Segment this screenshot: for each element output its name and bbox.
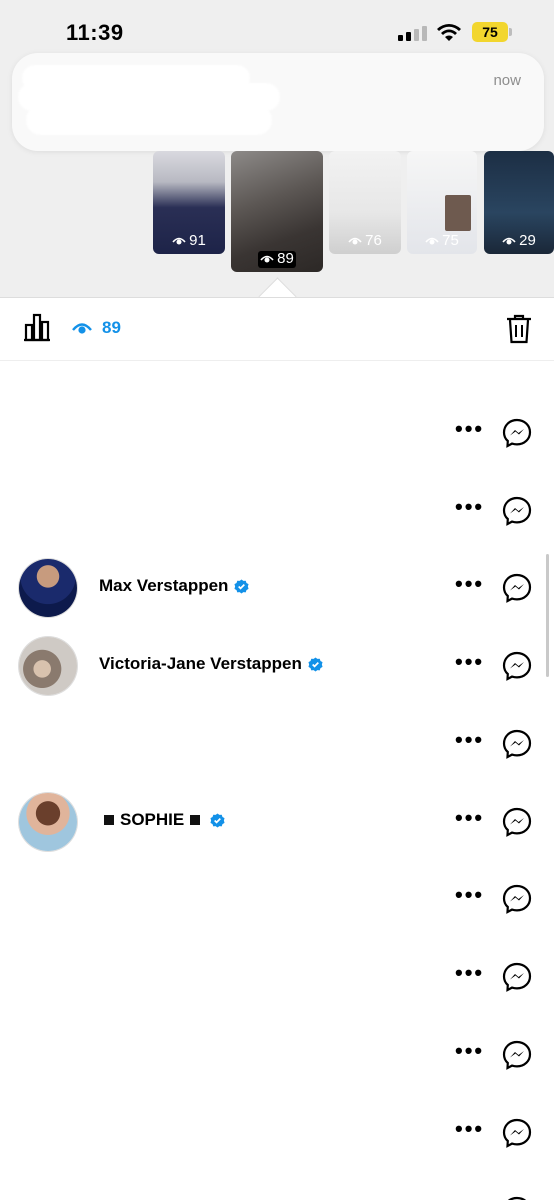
story-views: 75 xyxy=(407,232,477,249)
black-square-icon xyxy=(190,815,201,825)
views-count[interactable]: 89 xyxy=(72,318,121,338)
viewer-row[interactable]: Victoria-Jane Verstappen ••• xyxy=(0,626,554,704)
eye-icon xyxy=(260,255,274,262)
scrollbar[interactable] xyxy=(546,554,549,677)
eye-icon xyxy=(502,237,516,244)
black-square-icon xyxy=(104,815,114,825)
story-views: 91 xyxy=(153,232,225,249)
more-options-icon[interactable]: ••• xyxy=(455,1040,484,1062)
story-thumbnail[interactable]: 76 xyxy=(329,151,401,254)
viewer-name[interactable]: Max Verstappen xyxy=(99,576,249,596)
messenger-icon[interactable] xyxy=(502,884,532,914)
story-preview-area: 11:39 75 now 91 89 76 75 29 xyxy=(0,0,554,297)
more-options-icon[interactable]: ••• xyxy=(455,807,484,829)
status-bar: 11:39 75 xyxy=(0,0,554,50)
battery-tip xyxy=(509,28,512,36)
messenger-icon[interactable] xyxy=(502,573,532,603)
avatar[interactable] xyxy=(19,559,77,617)
viewer-row[interactable]: ••• xyxy=(0,1093,554,1171)
cellular-signal-icon xyxy=(398,26,427,41)
verified-badge-icon xyxy=(210,812,225,828)
story-views: 29 xyxy=(484,232,554,249)
status-time: 11:39 xyxy=(66,20,124,45)
eye-icon xyxy=(172,237,186,244)
viewer-row[interactable]: Max Verstappen ••• xyxy=(0,548,554,626)
more-options-icon[interactable]: ••• xyxy=(455,729,484,751)
avatar[interactable] xyxy=(19,637,77,695)
more-options-icon[interactable]: ••• xyxy=(455,962,484,984)
viewer-row[interactable] xyxy=(0,359,554,377)
story-thumbnail[interactable]: 91 xyxy=(153,151,225,254)
more-options-icon[interactable]: ••• xyxy=(455,496,484,518)
messenger-icon[interactable] xyxy=(502,729,532,759)
more-options-icon[interactable]: ••• xyxy=(455,884,484,906)
messenger-icon[interactable] xyxy=(502,418,532,448)
eye-icon xyxy=(348,237,362,244)
viewer-name[interactable]: SOPHIE xyxy=(104,810,225,830)
viewer-row[interactable]: ••• xyxy=(0,393,554,471)
viewer-row[interactable]: ••• xyxy=(0,704,554,782)
notification-time: now xyxy=(493,72,521,89)
notification-banner[interactable]: now xyxy=(12,53,544,151)
story-image-inset xyxy=(445,195,471,231)
messenger-icon[interactable] xyxy=(502,1196,532,1200)
viewer-row[interactable]: ••• xyxy=(0,471,554,549)
viewer-row[interactable]: ••• xyxy=(0,859,554,937)
viewer-row[interactable]: ••• xyxy=(0,937,554,1015)
eye-icon xyxy=(72,323,92,334)
story-views: 76 xyxy=(329,232,401,249)
battery-indicator: 75 xyxy=(472,22,508,42)
story-thumbnail-selected[interactable]: 89 xyxy=(231,151,323,272)
viewers-list[interactable]: ••• ••• Max Verstappen ••• Victoria-Jane… xyxy=(0,359,554,1200)
eye-icon xyxy=(425,237,439,244)
story-thumbnail[interactable]: 29 xyxy=(484,151,554,254)
wifi-icon xyxy=(437,24,461,41)
messenger-icon[interactable] xyxy=(502,496,532,526)
more-options-icon[interactable]: ••• xyxy=(455,1118,484,1140)
messenger-icon[interactable] xyxy=(502,651,532,681)
messenger-icon[interactable] xyxy=(502,962,532,992)
viewer-row[interactable]: SOPHIE ••• xyxy=(0,782,554,860)
viewer-row[interactable]: ••• xyxy=(0,1015,554,1093)
messenger-icon[interactable] xyxy=(502,807,532,837)
viewer-name[interactable]: Victoria-Jane Verstappen xyxy=(99,654,323,674)
story-viewers-toolbar: 89 xyxy=(0,297,554,361)
trash-icon[interactable] xyxy=(506,314,532,344)
story-thumbnail[interactable]: 75 xyxy=(407,151,477,254)
messenger-icon[interactable] xyxy=(502,1118,532,1148)
more-options-icon[interactable]: ••• xyxy=(455,651,484,673)
redacted-text xyxy=(26,105,272,135)
messenger-icon[interactable] xyxy=(502,1040,532,1070)
viewer-row[interactable] xyxy=(0,1171,554,1200)
verified-badge-icon xyxy=(234,578,249,594)
insights-bars-icon[interactable] xyxy=(22,312,52,342)
story-thumbnail-strip: 91 89 76 75 29 xyxy=(0,151,554,276)
story-views: 89 xyxy=(231,250,323,267)
more-options-icon[interactable]: ••• xyxy=(455,573,484,595)
verified-badge-icon xyxy=(308,656,323,672)
more-options-icon[interactable]: ••• xyxy=(455,418,484,440)
avatar[interactable] xyxy=(19,793,77,851)
